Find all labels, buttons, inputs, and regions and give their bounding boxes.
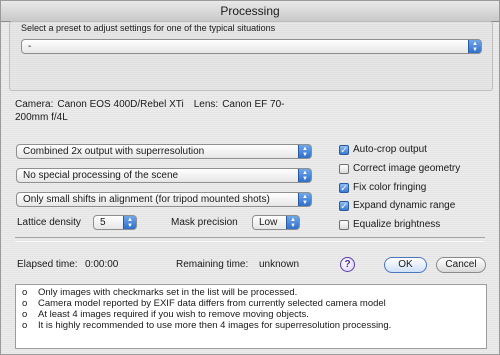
- ok-button[interactable]: OK: [384, 257, 427, 273]
- checkbox-label: Expand dynamic range: [353, 200, 456, 211]
- chevron-updown-icon: ▲ ▼: [286, 216, 299, 229]
- checkbox-label: Equalize brightness: [353, 219, 441, 230]
- chevron-updown-icon: ▲ ▼: [123, 216, 136, 229]
- alignment-value: Only small shifts in alignment (for trip…: [23, 194, 270, 205]
- message-list[interactable]: o Only images with checkmarks set in the …: [15, 284, 487, 349]
- output-mode-value: Combined 2x output with superresolution: [23, 146, 205, 157]
- checkbox-label: Correct image geometry: [353, 163, 461, 174]
- checkbox-box[interactable]: [339, 219, 349, 230]
- chevron-updown-icon: ▲ ▼: [298, 169, 311, 182]
- preset-select[interactable]: - ▲ ▼: [21, 39, 482, 54]
- checkbox-auto-crop[interactable]: ✓ Auto-crop output: [339, 144, 427, 155]
- window-title: Processing: [1, 1, 499, 22]
- camera-value: Canon EOS 400D/Rebel XTi: [57, 99, 184, 110]
- chevron-updown-icon: ▲ ▼: [468, 40, 481, 53]
- camera-info: Camera: Canon EOS 400D/Rebel XTi Lens: Cano…: [15, 98, 315, 124]
- help-button[interactable]: ?: [340, 257, 355, 272]
- preset-select-value: -: [28, 41, 32, 52]
- checkbox-expand-dynamic-range[interactable]: ✓ Expand dynamic range: [339, 200, 455, 211]
- preset-label: Select a preset to adjust settings for o…: [21, 23, 276, 33]
- elapsed-time-label: Elapsed time:: [17, 259, 78, 270]
- list-item: o It is highly recommended to use more th…: [22, 320, 486, 331]
- list-item: o Camera model reported by EXIF data diff…: [22, 298, 486, 309]
- message-text: Camera model reported by EXIF data diffe…: [38, 298, 386, 309]
- checkbox-box[interactable]: [339, 163, 349, 174]
- message-text: Only images with checkmarks set in the l…: [38, 287, 298, 298]
- elapsed-time-value: 0:00:00: [85, 259, 119, 270]
- mask-precision-label: Mask precision: [171, 217, 238, 228]
- checkbox-box[interactable]: ✓: [339, 182, 349, 193]
- message-text: At least 4 images required if you wish t…: [38, 309, 309, 320]
- bullet-icon: o: [22, 287, 28, 298]
- checkbox-equalize-brightness[interactable]: Equalize brightness: [339, 219, 440, 230]
- list-item: o Only images with checkmarks set in the …: [22, 287, 486, 298]
- checkbox-correct-geometry[interactable]: Correct image geometry: [339, 163, 460, 174]
- output-mode-select[interactable]: Combined 2x output with superresolution …: [16, 144, 312, 159]
- lens-label: Lens:: [193, 99, 219, 110]
- chevron-updown-icon: ▲ ▼: [298, 193, 311, 206]
- mask-precision-select[interactable]: Low ▲ ▼: [252, 215, 300, 230]
- bullet-icon: o: [22, 320, 28, 331]
- list-item: o At least 4 images required if you wish …: [22, 309, 486, 320]
- message-text: It is highly recommended to use more the…: [38, 320, 392, 331]
- chevron-updown-icon: ▲ ▼: [298, 145, 311, 158]
- remaining-time-label: Remaining time:: [176, 259, 249, 270]
- alignment-select[interactable]: Only small shifts in alignment (for trip…: [16, 192, 312, 207]
- scene-processing-value: No special processing of the scene: [23, 170, 179, 181]
- checkbox-box[interactable]: ✓: [339, 200, 349, 211]
- lattice-density-value: 5: [100, 217, 106, 228]
- cancel-button[interactable]: Cancel: [436, 257, 486, 273]
- mask-precision-value: Low: [259, 217, 278, 228]
- bullet-icon: o: [22, 309, 28, 320]
- separator: [15, 237, 485, 242]
- checkbox-label: Fix color fringing: [353, 182, 427, 193]
- checkbox-fix-color-fringing[interactable]: ✓ Fix color fringing: [339, 182, 426, 193]
- checkbox-box[interactable]: ✓: [339, 144, 349, 155]
- remaining-time-value: unknown: [259, 259, 300, 270]
- bullet-icon: o: [22, 298, 28, 309]
- camera-label: Camera:: [15, 99, 54, 110]
- scene-processing-select[interactable]: No special processing of the scene ▲ ▼: [16, 168, 312, 183]
- lattice-density-select[interactable]: 5 ▲ ▼: [93, 215, 137, 230]
- lattice-density-label: Lattice density: [17, 217, 81, 228]
- checkbox-label: Auto-crop output: [353, 144, 427, 155]
- processing-window: Processing Select a preset to adjust set…: [0, 0, 500, 355]
